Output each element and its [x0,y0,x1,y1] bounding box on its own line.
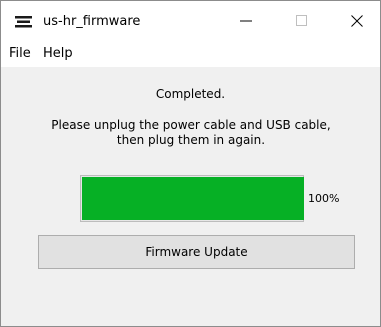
maximize-icon [296,15,307,26]
minimize-button[interactable] [223,1,269,41]
maximize-button[interactable] [279,1,325,41]
window-title: us-hr_firmware [43,14,141,29]
app-icon [15,16,32,28]
title-bar[interactable]: us-hr_firmware [1,1,380,41]
menu-help[interactable]: Help [43,46,73,62]
progress-percent: 100% [308,192,340,205]
close-icon [351,15,363,27]
progress-bar [80,175,304,222]
instruction-message: Please unplug the power cable and USB ca… [51,118,331,147]
status-text: Completed. [155,87,226,101]
progress-fill [82,177,304,220]
menu-file[interactable]: File [9,46,31,62]
firmware-update-button[interactable]: Firmware Update [38,235,355,269]
close-button[interactable] [334,1,380,41]
app-window: us-hr_firmware File Help Completed. Plea… [0,0,381,327]
minimize-icon [240,20,252,22]
menu-bar: File Help [1,41,380,67]
